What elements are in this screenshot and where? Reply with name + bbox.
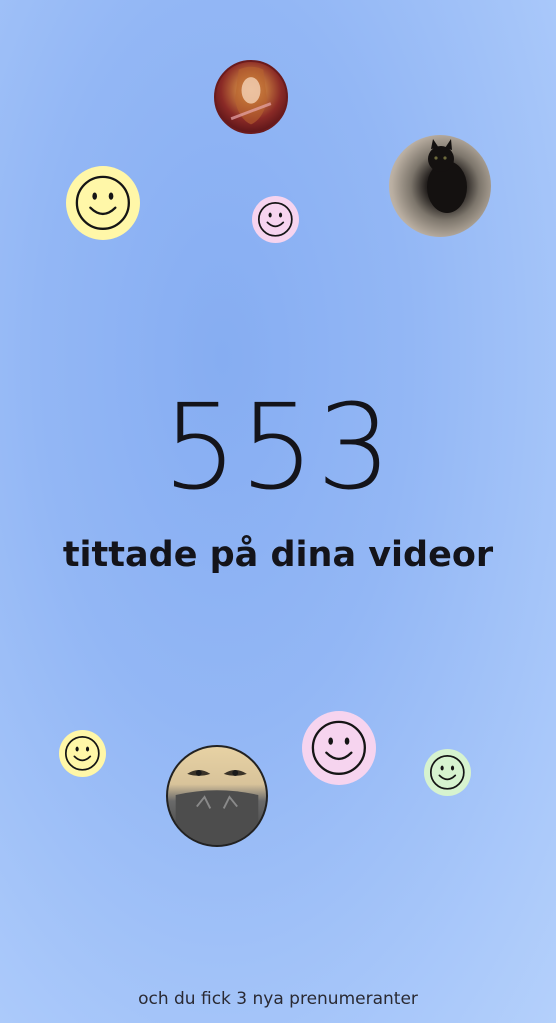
view-count-caption: tittade på dina videor	[62, 535, 494, 575]
face-photo-icon	[175, 770, 259, 845]
view-count: 553	[162, 378, 394, 516]
smiley-bubble-5	[424, 749, 471, 796]
smiley-icon	[258, 202, 293, 237]
profile-photo-icon	[230, 66, 272, 125]
smiley-bubble-1	[66, 166, 140, 240]
smiley-icon	[65, 736, 100, 771]
smiley-icon	[311, 720, 367, 776]
profile-avatar-3	[166, 745, 268, 847]
smiley-icon	[75, 175, 131, 231]
smiley-bubble-4	[302, 711, 376, 785]
profile-avatar-1	[214, 60, 288, 134]
new-subscribers-text: och du fick 3 nya prenumeranter	[138, 989, 418, 1009]
smiley-bubble-3	[59, 730, 106, 777]
profile-avatar-2	[389, 135, 491, 237]
smiley-bubble-2	[252, 196, 299, 243]
smiley-icon	[430, 755, 465, 790]
cat-photo-icon	[427, 139, 467, 213]
